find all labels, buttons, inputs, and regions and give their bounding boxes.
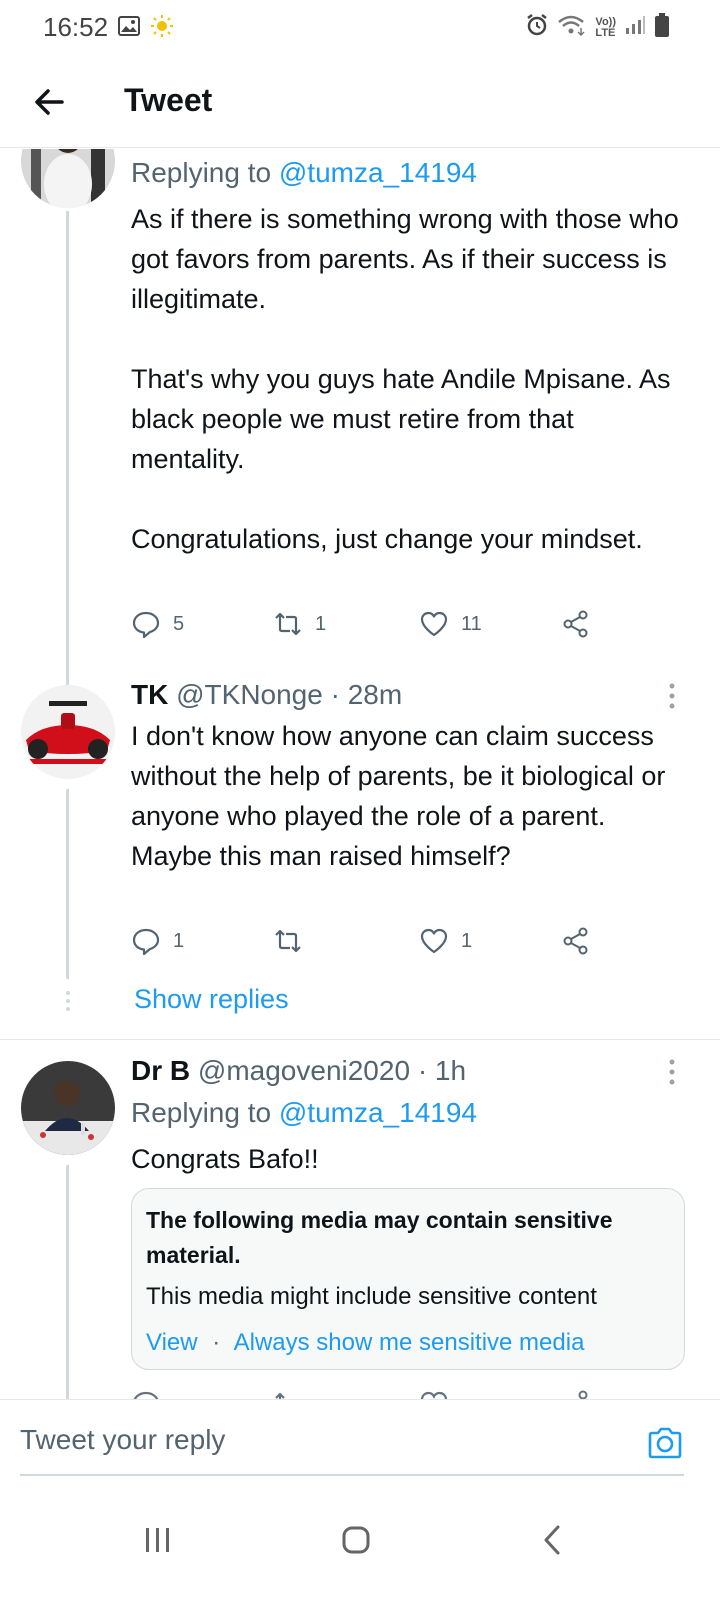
page-title: Tweet <box>124 82 213 118</box>
retweet-icon <box>275 612 301 636</box>
signal-icon <box>624 14 646 41</box>
alarm-icon <box>525 13 549 42</box>
share-icon <box>563 610 588 638</box>
camera-icon <box>648 1427 682 1459</box>
sun-icon <box>150 14 174 43</box>
thread-line <box>66 211 69 731</box>
view-media-link[interactable]: View <box>146 1329 198 1356</box>
arrow-left-icon <box>35 89 64 115</box>
tweet-text: As if there is something wrong with thos… <box>131 204 679 554</box>
status-time: 16:52 <box>43 12 109 42</box>
reply-button[interactable]: 1 <box>131 926 184 956</box>
user-handle[interactable]: @magoveni2020 <box>198 1055 410 1086</box>
thread-line <box>66 1165 69 1399</box>
more-vertical-icon <box>669 1059 675 1085</box>
camera-button[interactable] <box>646 1424 684 1462</box>
heart-icon <box>420 928 448 954</box>
more-options-button[interactable] <box>662 681 682 711</box>
like-button[interactable]: 1 <box>419 926 472 956</box>
home-button[interactable] <box>326 1510 386 1570</box>
avatar[interactable] <box>21 1061 115 1155</box>
sensitive-title: The following media may contain sensitiv… <box>146 1207 613 1268</box>
wifi-icon <box>557 14 587 41</box>
sensitive-media-warning: The following media may contain sensitiv… <box>131 1188 685 1370</box>
tweet-actions <box>131 1389 611 1399</box>
back-nav-button[interactable] <box>522 1510 582 1570</box>
like-button[interactable]: 11 <box>419 609 482 639</box>
retweet-icon <box>275 929 301 953</box>
tweet-actions: 5 1 11 <box>131 609 611 649</box>
share-button[interactable] <box>561 609 591 639</box>
avatar[interactable] <box>21 149 115 208</box>
replying-to: Replying to @tumza_14194 <box>131 1097 477 1128</box>
tweet-header: TK @TKNonge · 28m <box>131 679 403 710</box>
heart-icon <box>420 611 448 637</box>
thread-line <box>66 789 69 979</box>
user-handle[interactable]: @TKNonge <box>176 679 323 710</box>
reply-button[interactable]: 5 <box>131 609 184 639</box>
reply-input[interactable]: Tweet your reply <box>20 1410 684 1476</box>
thread-dots <box>64 991 72 1016</box>
top-app-bar: Tweet <box>0 56 720 148</box>
status-bar: 16:52 Vo)) LTE <box>0 0 720 56</box>
retweet-button[interactable] <box>273 1389 303 1399</box>
display-name[interactable]: TK <box>131 679 168 710</box>
show-replies-link[interactable]: Show replies <box>134 984 289 1015</box>
tweet-text: I don't know how anyone can claim succes… <box>131 721 673 871</box>
reply-composer: Tweet your reply <box>0 1399 720 1477</box>
tweet-time: 1h <box>434 1055 467 1086</box>
share-button[interactable] <box>561 926 591 956</box>
back-button[interactable] <box>30 82 70 122</box>
tweet-time: 28m <box>347 679 403 710</box>
more-options-button[interactable] <box>662 1057 682 1087</box>
retweet-button[interactable]: 1 <box>273 609 326 639</box>
reply-icon <box>133 1391 159 1399</box>
battery-icon <box>654 12 670 43</box>
reply-icon <box>132 611 160 639</box>
home-icon <box>342 1526 370 1554</box>
image-icon <box>118 16 140 41</box>
retweet-icon <box>275 1392 285 1399</box>
replying-to: Replying to @tumza_14194 <box>131 157 477 188</box>
reply-icon <box>132 928 160 956</box>
share-button[interactable] <box>561 1389 591 1399</box>
retweet-button[interactable] <box>273 926 315 956</box>
mention-link[interactable]: @tumza_14194 <box>279 157 477 188</box>
more-vertical-icon <box>669 683 675 709</box>
heart-icon <box>420 1391 448 1399</box>
sensitive-actions: View · Always show me sensitive media <box>146 1329 585 1356</box>
system-navigation-bar <box>0 1480 720 1600</box>
share-icon <box>578 1390 588 1399</box>
avatar[interactable] <box>21 685 115 779</box>
like-button[interactable] <box>419 1389 449 1399</box>
recent-apps-button[interactable] <box>128 1510 188 1570</box>
tweet-thread[interactable]: Replying to @tumza_14194 As if there is … <box>0 149 720 1399</box>
tweet-text: Congrats Bafo!! <box>131 1144 319 1174</box>
tweet-actions: 1 1 <box>131 926 611 966</box>
sensitive-body: This media might include sensitive conte… <box>146 1283 597 1310</box>
tweet-header: Dr B @magoveni2020 · 1h <box>131 1055 467 1086</box>
always-show-sensitive-link[interactable]: Always show me sensitive media <box>234 1329 585 1356</box>
mention-link[interactable]: @tumza_14194 <box>279 1097 477 1128</box>
divider <box>0 1039 720 1040</box>
recent-apps-icon <box>146 1528 169 1552</box>
reply-button[interactable] <box>131 1389 161 1399</box>
volte-icon: Vo)) LTE <box>595 15 616 39</box>
chevron-left-icon <box>544 1525 560 1555</box>
display-name[interactable]: Dr B <box>131 1055 190 1086</box>
share-icon <box>563 927 588 955</box>
